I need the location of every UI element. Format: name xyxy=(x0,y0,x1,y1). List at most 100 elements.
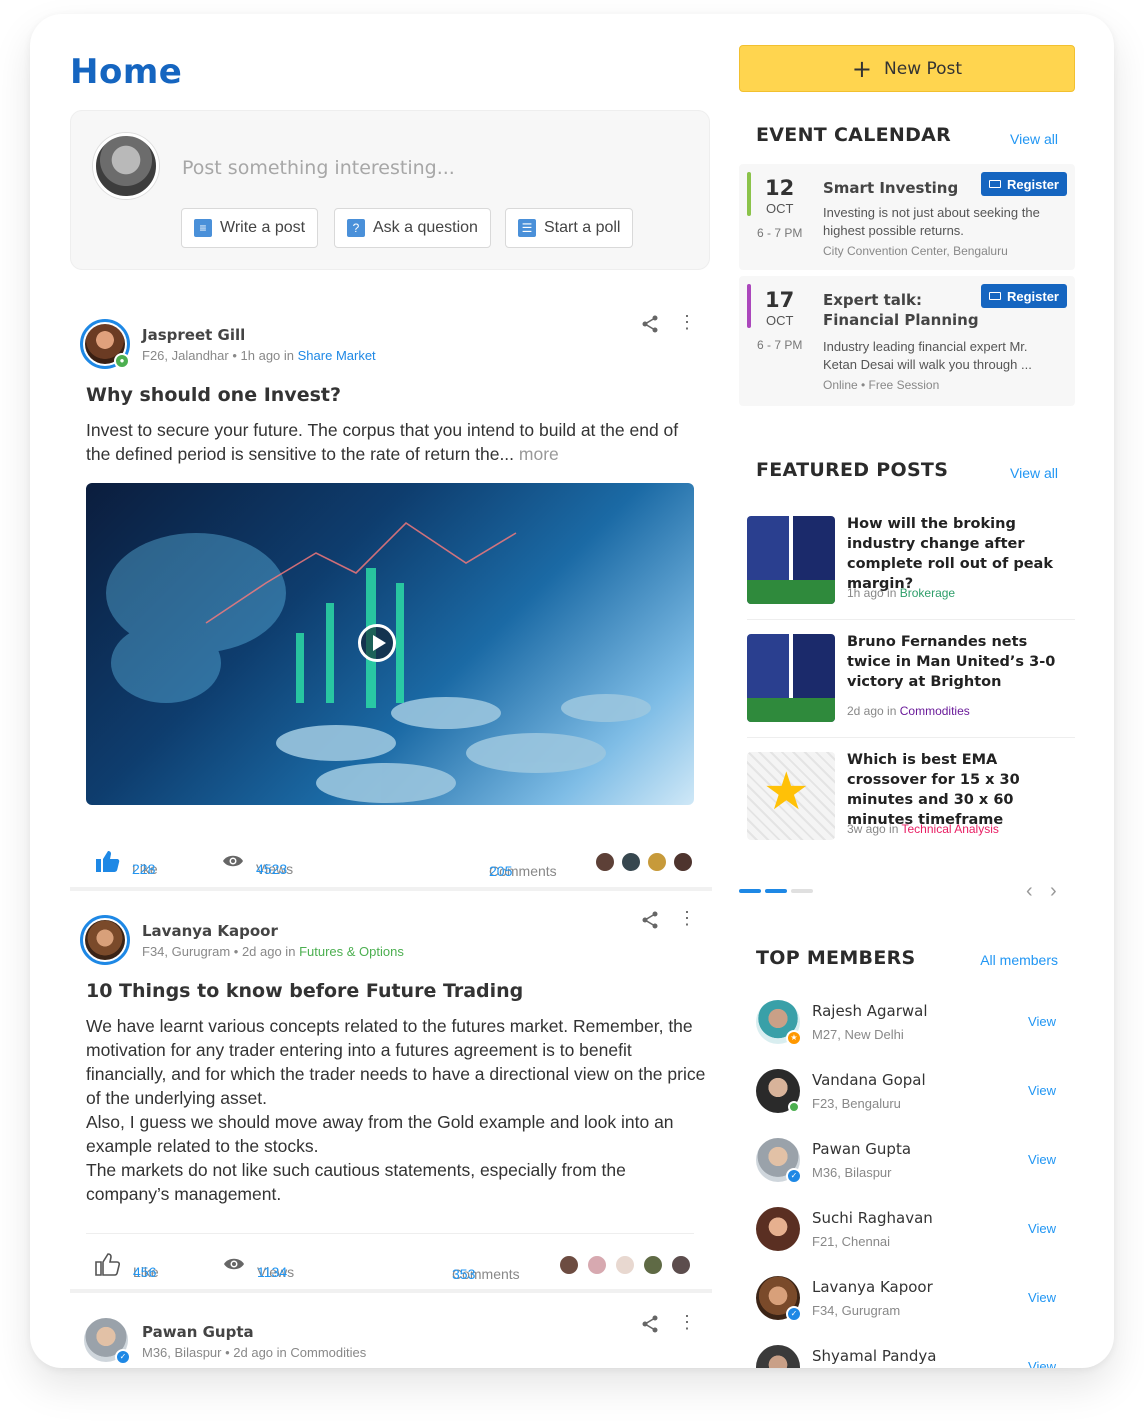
member-name[interactable]: Shyamal Pandya xyxy=(812,1347,937,1365)
new-post-button[interactable]: + New Post xyxy=(739,45,1075,92)
author-name[interactable]: Jaspreet Gill xyxy=(142,326,245,344)
play-icon[interactable] xyxy=(358,624,396,662)
chevron-left-icon[interactable]: ‹ xyxy=(1026,880,1033,903)
post-video[interactable] xyxy=(86,483,694,805)
featured-category[interactable]: Commodities xyxy=(900,704,970,718)
more-options-icon[interactable]: ⋮ xyxy=(678,312,696,333)
post-meta: F26, Jalandhar • 1h ago in Share Market xyxy=(142,348,376,363)
award-icon: ★ xyxy=(786,1030,802,1046)
commenter-avatar[interactable] xyxy=(594,851,616,873)
post-divider xyxy=(70,1289,712,1293)
featured-post[interactable]: How will the broking industry change aft… xyxy=(747,516,1075,620)
member-meta: F21, Chennai xyxy=(812,1234,891,1249)
member-name[interactable]: Vandana Gopal xyxy=(812,1071,926,1089)
member-name[interactable]: Suchi Raghavan xyxy=(812,1209,933,1227)
all-members-link[interactable]: All members xyxy=(980,952,1058,968)
eye-icon xyxy=(223,1256,245,1275)
event-location: City Convention Center, Bengaluru xyxy=(823,244,1008,258)
commenter-avatar[interactable] xyxy=(642,1254,664,1276)
write-post-button[interactable]: ≡ Write a post xyxy=(181,208,319,248)
event-time: 6 - 7 PM xyxy=(757,226,803,240)
post-title[interactable]: Why should one Invest? xyxy=(86,384,341,406)
view-member-link[interactable]: View xyxy=(1028,1221,1056,1236)
featured-thumbnail[interactable]: ★ xyxy=(747,752,835,840)
member-row: ✓ Lavanya Kapoor F34, Gurugram View xyxy=(756,1276,1066,1322)
commenter-avatar[interactable] xyxy=(586,1254,608,1276)
carousel-dot[interactable] xyxy=(791,889,813,893)
post-meta: M36, Bilaspur • 2d ago in Commodities xyxy=(142,1345,367,1360)
post-category[interactable]: Futures & Options xyxy=(299,944,404,959)
featured-meta: 3w ago in Technical Analysis xyxy=(847,822,999,836)
view-member-link[interactable]: View xyxy=(1028,1359,1056,1368)
carousel-dot-active[interactable] xyxy=(765,889,787,893)
author-name[interactable]: Pawan Gupta xyxy=(142,1323,254,1341)
register-button[interactable]: Register xyxy=(980,284,1067,308)
share-icon[interactable] xyxy=(640,910,660,935)
view-member-link[interactable]: View xyxy=(1028,1290,1056,1305)
featured-thumbnail[interactable] xyxy=(747,634,835,722)
post-input[interactable]: Post something interesting... xyxy=(182,157,455,179)
commenter-avatar[interactable] xyxy=(646,851,668,873)
ticket-icon xyxy=(988,180,1001,188)
author-avatar[interactable] xyxy=(80,915,130,965)
post-divider xyxy=(70,887,712,891)
star-icon: ★ xyxy=(763,763,810,821)
member-name[interactable]: Pawan Gupta xyxy=(812,1140,911,1158)
event-title[interactable]: Smart Investing xyxy=(823,178,983,198)
carousel-dot-active[interactable] xyxy=(739,889,761,893)
featured-view-all-link[interactable]: View all xyxy=(1010,465,1058,481)
post-category[interactable]: Share Market xyxy=(298,348,376,363)
more-options-icon[interactable]: ⋮ xyxy=(678,908,696,929)
share-icon[interactable] xyxy=(640,1314,660,1339)
register-button[interactable]: Register xyxy=(980,172,1067,196)
events-view-all-link[interactable]: View all xyxy=(1010,131,1058,147)
featured-post[interactable]: Bruno Fernandes nets twice in Man United… xyxy=(747,634,1075,738)
event-description: Investing is not just about seeking the … xyxy=(823,205,1040,238)
member-avatar[interactable] xyxy=(756,1207,800,1251)
event-calendar-title: EVENT CALENDAR xyxy=(756,124,952,146)
featured-title[interactable]: Bruno Fernandes nets twice in Man United… xyxy=(847,632,1075,692)
featured-category[interactable]: Brokerage xyxy=(900,586,955,600)
author-avatar[interactable]: ✓ xyxy=(84,1318,131,1365)
featured-meta: 1h ago in Brokerage xyxy=(847,586,956,600)
member-name[interactable]: Lavanya Kapoor xyxy=(812,1278,933,1296)
event-card[interactable]: 12 OCT 6 - 7 PM Smart Investing Investin… xyxy=(739,164,1075,270)
like-icon[interactable] xyxy=(94,849,120,876)
featured-thumbnail[interactable] xyxy=(747,516,835,604)
event-title[interactable]: Expert talk: Financial Planning xyxy=(823,290,983,330)
read-more-link[interactable]: more xyxy=(519,444,559,464)
start-poll-button[interactable]: ☰ Start a poll xyxy=(505,208,634,248)
post-stats: Like 456 Views 1134 Comments 353 xyxy=(86,1252,694,1282)
author-name[interactable]: Lavanya Kapoor xyxy=(142,922,278,940)
share-icon[interactable] xyxy=(640,314,660,339)
commenter-avatar[interactable] xyxy=(672,851,694,873)
view-member-link[interactable]: View xyxy=(1028,1152,1056,1167)
member-avatar[interactable] xyxy=(756,1345,800,1368)
post-category[interactable]: Commodities xyxy=(290,1345,366,1360)
post-title[interactable]: 10 Things to know before Future Trading xyxy=(86,980,523,1002)
author-avatar[interactable]: ● xyxy=(80,319,130,369)
featured-category[interactable]: Technical Analysis xyxy=(902,822,999,836)
view-member-link[interactable]: View xyxy=(1028,1014,1056,1029)
featured-post[interactable]: ★ Which is best EMA crossover for 15 x 3… xyxy=(747,752,1075,856)
event-month: OCT xyxy=(766,201,794,216)
commenter-avatar[interactable] xyxy=(670,1254,692,1276)
verified-icon: ✓ xyxy=(786,1306,802,1322)
chevron-right-icon[interactable]: › xyxy=(1050,880,1057,903)
member-meta: M36, Bilaspur xyxy=(812,1165,892,1180)
member-row: Shyamal Pandya View xyxy=(756,1345,1066,1368)
view-member-link[interactable]: View xyxy=(1028,1083,1056,1098)
ask-question-button[interactable]: ? Ask a question xyxy=(334,208,491,248)
online-status-icon xyxy=(788,1101,800,1113)
current-user-avatar[interactable] xyxy=(93,133,159,199)
member-row: ✓ Pawan Gupta M36, Bilaspur View xyxy=(756,1138,1066,1184)
member-name[interactable]: Rajesh Agarwal xyxy=(812,1002,928,1020)
commenter-avatar[interactable] xyxy=(558,1254,580,1276)
featured-title[interactable]: How will the broking industry change aft… xyxy=(847,514,1075,594)
event-card[interactable]: 17 OCT 6 - 7 PM Expert talk: Financial P… xyxy=(739,276,1075,406)
like-icon[interactable] xyxy=(94,1252,121,1279)
more-options-icon[interactable]: ⋮ xyxy=(678,1312,696,1333)
commenter-avatar[interactable] xyxy=(614,1254,636,1276)
commenter-avatar[interactable] xyxy=(620,851,642,873)
featured-title[interactable]: Which is best EMA crossover for 15 x 30 … xyxy=(847,750,1075,830)
